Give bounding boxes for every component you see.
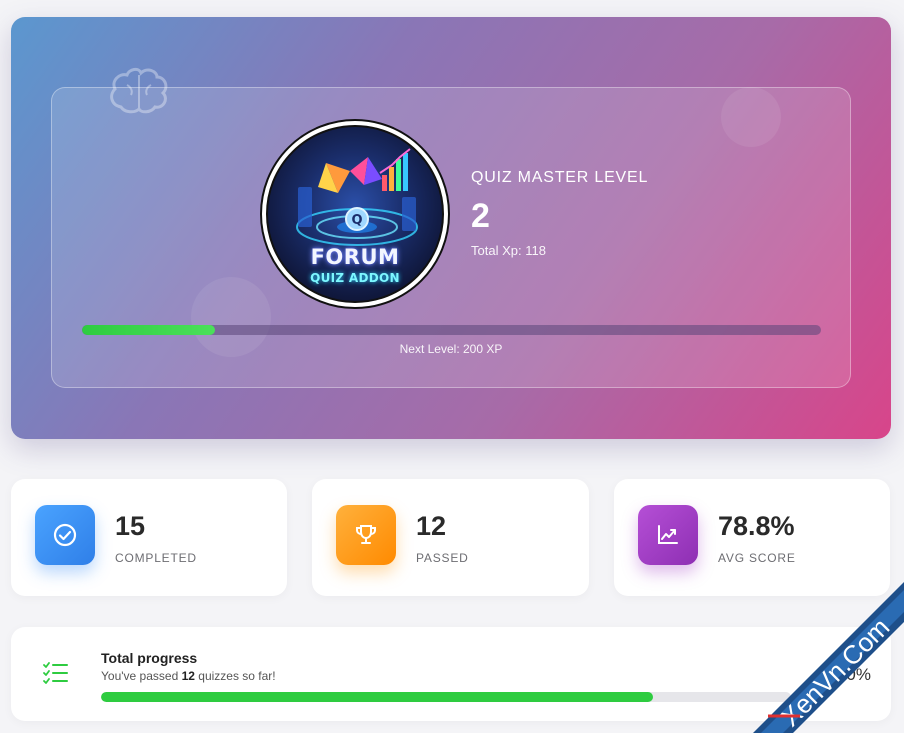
check-circle-icon: [53, 523, 77, 547]
completed-value: 15: [115, 511, 146, 541]
completed-badge: [35, 505, 95, 565]
total-xp: Total Xp: 118: [471, 243, 546, 258]
level-panel: Q FORUM QUIZ ADDON QUIZ MASTER LEVEL 2 T…: [51, 87, 851, 388]
passed-value: 12: [416, 511, 447, 541]
checklist-icon: [43, 662, 68, 684]
quiz-addon-logo: Q FORUM QUIZ ADDON: [260, 119, 450, 309]
trophy-icon: [356, 525, 376, 544]
total-progress-fill: [101, 692, 653, 702]
stat-card-completed: 15 COMPLETED: [11, 479, 287, 596]
progress-percent: 80%: [836, 665, 871, 684]
xp-progress-bar: [82, 325, 821, 335]
avg-score-label: AVG SCORE: [718, 551, 796, 565]
completed-label: COMPLETED: [115, 551, 197, 565]
stat-card-passed: 12 PASSED: [312, 479, 589, 596]
progress-passed-count: 12: [181, 669, 195, 683]
level-label: QUIZ MASTER LEVEL: [471, 169, 649, 186]
logo-subtitle: QUIZ ADDON: [310, 271, 400, 285]
total-progress-card: Total progress You've passed 12 quizzes …: [11, 627, 891, 721]
progress-title: Total progress: [101, 650, 198, 666]
avg-score-value: 78.8%: [718, 511, 795, 541]
xp-progress-fill: [82, 325, 216, 335]
total-progress-bar: [101, 692, 791, 702]
progress-sub-suffix: quizzes so far!: [194, 669, 276, 683]
stat-card-avg-score: 78.8% AVG SCORE: [614, 479, 890, 596]
chart-line-icon: [658, 525, 678, 544]
progress-sub-prefix: You've passed: [101, 669, 182, 683]
passed-badge: [336, 505, 396, 565]
logo-title: FORUM: [310, 245, 400, 269]
next-level-text: Next Level: 200 XP: [399, 342, 503, 356]
level-value: 2: [471, 197, 490, 235]
progress-subtitle: You've passed 12 quizzes so far!: [101, 669, 276, 683]
quiz-level-hero: Q FORUM QUIZ ADDON QUIZ MASTER LEVEL 2 T…: [11, 17, 891, 439]
svg-text:Q: Q: [351, 213, 362, 228]
passed-label: PASSED: [416, 551, 469, 565]
avg-score-badge: [638, 505, 698, 565]
